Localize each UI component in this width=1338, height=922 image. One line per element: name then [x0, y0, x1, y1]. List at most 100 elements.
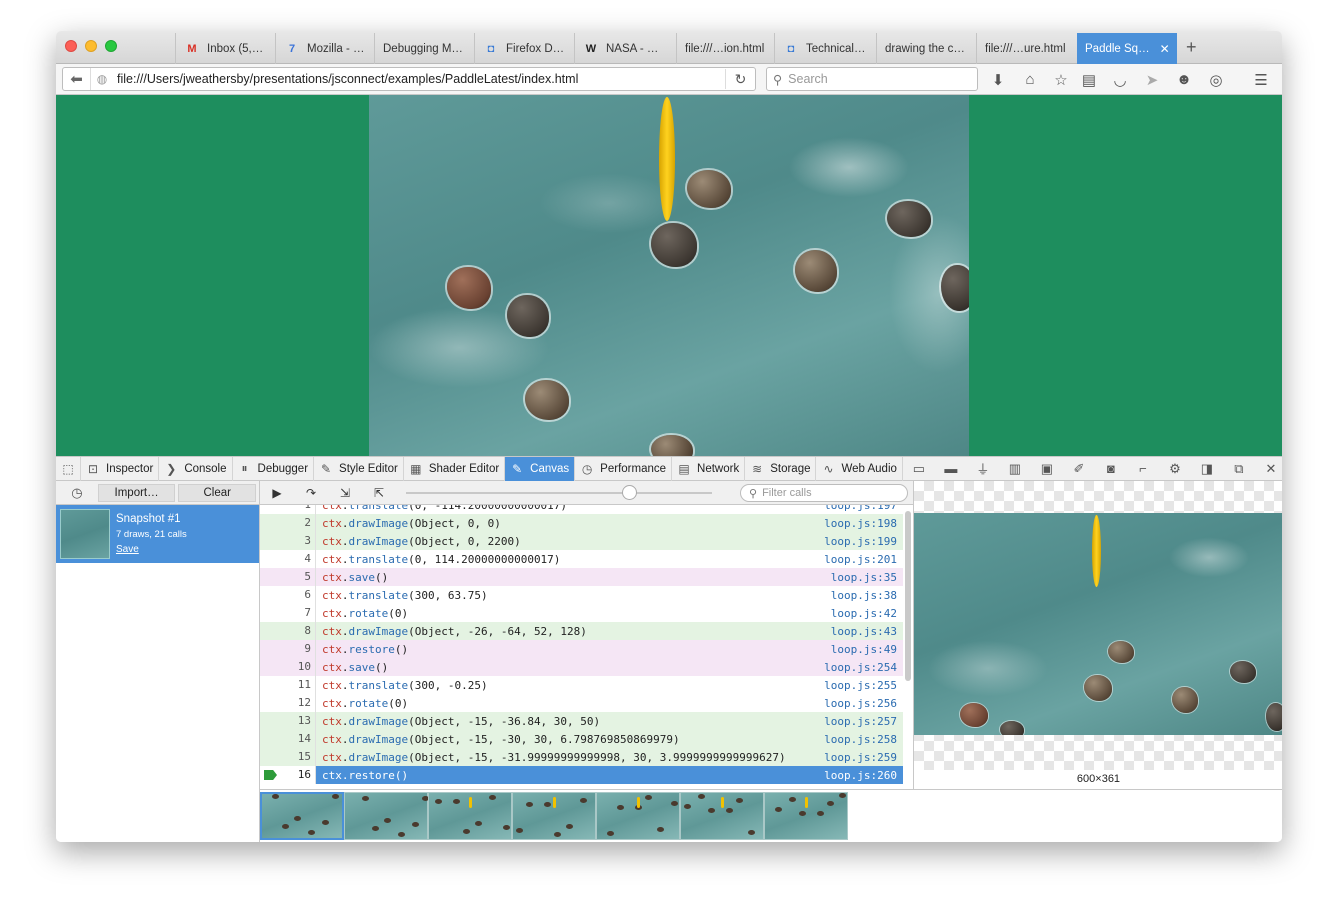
- reload-icon[interactable]: ↻: [725, 69, 755, 89]
- paint-flashing-icon[interactable]: ⏚: [967, 457, 999, 481]
- chat-icon[interactable]: ☻: [1175, 71, 1193, 88]
- call-location-link[interactable]: loop.js:49: [823, 643, 903, 656]
- call-row[interactable]: 15 ctx.drawImage(Object, -15, -31.9999999…: [260, 748, 903, 766]
- menu-icon[interactable]: ☰: [1252, 71, 1270, 89]
- clear-button[interactable]: Clear: [178, 483, 256, 502]
- call-location-link[interactable]: loop.js:35: [823, 571, 903, 584]
- call-row[interactable]: 8 ctx.drawImage(Object, -26, -64, 52, 128…: [260, 622, 903, 640]
- devtools-tab-performance[interactable]: ◷ Performance: [575, 456, 673, 481]
- filmstrip-frame[interactable]: [512, 792, 596, 840]
- record-snapshot-icon[interactable]: ◷: [56, 485, 98, 501]
- pick-element-button[interactable]: ⬚: [56, 456, 81, 481]
- game-canvas[interactable]: [369, 95, 969, 456]
- devtools-tab-console[interactable]: ❯ Console: [159, 456, 233, 481]
- calls-scrollbar[interactable]: [905, 511, 911, 681]
- globe-icon[interactable]: ◎: [1207, 71, 1225, 89]
- call-location-link[interactable]: loop.js:258: [823, 733, 903, 746]
- clapper-icon[interactable]: ▥: [999, 457, 1031, 481]
- tab[interactable]: Debugging M…: [374, 33, 474, 64]
- call-location-link[interactable]: loop.js:42: [823, 607, 903, 620]
- call-location-link[interactable]: loop.js:256: [823, 697, 903, 710]
- call-location-link[interactable]: loop.js:43: [823, 625, 903, 638]
- url-bar[interactable]: ⬅ ◍ file:///Users/jweathersby/presentati…: [62, 67, 756, 91]
- call-location-link[interactable]: loop.js:199: [823, 535, 903, 548]
- filmstrip-frame[interactable]: [428, 792, 512, 840]
- url-text[interactable]: file:///Users/jweathersby/presentations/…: [113, 72, 725, 86]
- call-location-link[interactable]: loop.js:201: [823, 553, 903, 566]
- call-row[interactable]: 10 ctx.save() loop.js:254: [260, 658, 903, 676]
- call-row[interactable]: 16 ctx.restore() loop.js:260: [260, 766, 903, 784]
- call-row[interactable]: 7 ctx.rotate(0) loop.js:42: [260, 604, 903, 622]
- call-location-link[interactable]: loop.js:198: [823, 517, 903, 530]
- back-button[interactable]: ⬅: [63, 68, 91, 90]
- screenshot-icon[interactable]: ◙: [1095, 457, 1127, 481]
- tab[interactable]: file:///…ure.html: [976, 33, 1077, 64]
- home-icon[interactable]: ⌂: [1021, 71, 1039, 88]
- devtools-tab-style-editor[interactable]: ✎ Style Editor: [314, 456, 404, 481]
- eyedropper-icon[interactable]: ✐: [1063, 457, 1095, 481]
- close-window-button[interactable]: [65, 40, 77, 52]
- devtools-tab-debugger[interactable]: ⏸ Debugger: [233, 456, 315, 481]
- scratchpad-icon[interactable]: ▬: [935, 457, 967, 481]
- new-tab-button[interactable]: +: [1186, 37, 1197, 58]
- call-row[interactable]: 5 ctx.save() loop.js:35: [260, 568, 903, 586]
- step-over-icon[interactable]: ↷: [294, 486, 328, 500]
- calls-slider[interactable]: [406, 485, 712, 500]
- snapshot-save-link[interactable]: Save: [116, 544, 187, 555]
- call-row[interactable]: 11 ctx.translate(300, -0.25) loop.js:255: [260, 676, 903, 694]
- minimize-window-button[interactable]: [85, 40, 97, 52]
- call-row[interactable]: 6 ctx.translate(300, 63.75) loop.js:38: [260, 586, 903, 604]
- tab[interactable]: ◘ Firefox D…: [474, 33, 574, 64]
- settings-icon[interactable]: ⚙: [1159, 457, 1191, 481]
- tab[interactable]: drawing the c…: [876, 33, 976, 64]
- call-row[interactable]: 12 ctx.rotate(0) loop.js:256: [260, 694, 903, 712]
- tab[interactable]: ◘ Technical…: [774, 33, 876, 64]
- pocket-icon[interactable]: ◡: [1111, 71, 1129, 89]
- import-button[interactable]: Import…: [97, 483, 176, 502]
- call-location-link[interactable]: loop.js:260: [823, 769, 903, 782]
- search-input[interactable]: ⚲ Search: [766, 67, 978, 91]
- dock-side-icon[interactable]: ◨: [1191, 457, 1223, 481]
- step-out-icon[interactable]: ⇱: [362, 486, 396, 500]
- filter-calls-input[interactable]: ⚲ Filter calls: [740, 484, 908, 502]
- filmstrip-frame[interactable]: [260, 792, 344, 840]
- undock-icon[interactable]: ⧉: [1223, 457, 1255, 481]
- tab[interactable]: 7 Mozilla - …: [275, 33, 374, 64]
- filmstrip-frame[interactable]: [680, 792, 764, 840]
- reading-list-icon[interactable]: ▤: [1080, 71, 1098, 89]
- bookmark-star-icon[interactable]: ☆: [1052, 71, 1070, 89]
- call-row[interactable]: 13 ctx.drawImage(Object, -15, -36.84, 30,…: [260, 712, 903, 730]
- send-icon[interactable]: ➤: [1143, 71, 1161, 89]
- zoom-window-button[interactable]: [105, 40, 117, 52]
- devtools-tab-web-audio[interactable]: ∿ Web Audio: [816, 456, 903, 481]
- tab[interactable]: W NASA - …: [574, 33, 676, 64]
- filmstrip-frame[interactable]: [764, 792, 848, 840]
- call-row[interactable]: 9 ctx.restore() loop.js:49: [260, 640, 903, 658]
- call-location-link[interactable]: loop.js:254: [823, 661, 903, 674]
- snapshot-item[interactable]: Snapshot #1 7 draws, 21 calls Save: [56, 505, 259, 563]
- close-devtools-icon[interactable]: ✕: [1255, 457, 1282, 481]
- devtools-tab-shader-editor[interactable]: ▦ Shader Editor: [404, 456, 506, 481]
- call-location-link[interactable]: loop.js:255: [823, 679, 903, 692]
- tab[interactable]: file:///…ion.html: [676, 33, 774, 64]
- call-row[interactable]: 4 ctx.translate(0, 114.20000000000017) loo…: [260, 550, 903, 568]
- call-row[interactable]: 2 ctx.drawImage(Object, 0, 0) loop.js:198: [260, 514, 903, 532]
- step-in-icon[interactable]: ⇲: [328, 486, 362, 500]
- call-location-link[interactable]: loop.js:38: [823, 589, 903, 602]
- call-location-link[interactable]: loop.js:197: [823, 505, 903, 512]
- devtools-tab-canvas[interactable]: ✎ Canvas: [505, 456, 576, 481]
- call-location-link[interactable]: loop.js:259: [823, 751, 903, 764]
- filmstrip-frame[interactable]: [344, 792, 429, 840]
- frame-icon[interactable]: ▣: [1031, 457, 1063, 481]
- call-row[interactable]: 3 ctx.drawImage(Object, 0, 2200) loop.js:1…: [260, 532, 903, 550]
- slider-knob[interactable]: [622, 485, 637, 500]
- site-identity-icon[interactable]: ◍: [91, 72, 113, 86]
- devtools-tab-inspector[interactable]: ⊡ Inspector: [81, 456, 160, 481]
- devtools-tab-storage[interactable]: ≋ Storage: [745, 456, 817, 481]
- tab[interactable]: Paddle Sq… ✕: [1077, 33, 1177, 64]
- resume-icon[interactable]: ▶: [260, 486, 294, 500]
- filmstrip-frame[interactable]: [596, 792, 680, 840]
- call-location-link[interactable]: loop.js:257: [823, 715, 903, 728]
- call-row[interactable]: 1ctx.translate(0, -114.20000000000017)lo…: [260, 505, 903, 514]
- download-icon[interactable]: ⬇: [989, 71, 1007, 89]
